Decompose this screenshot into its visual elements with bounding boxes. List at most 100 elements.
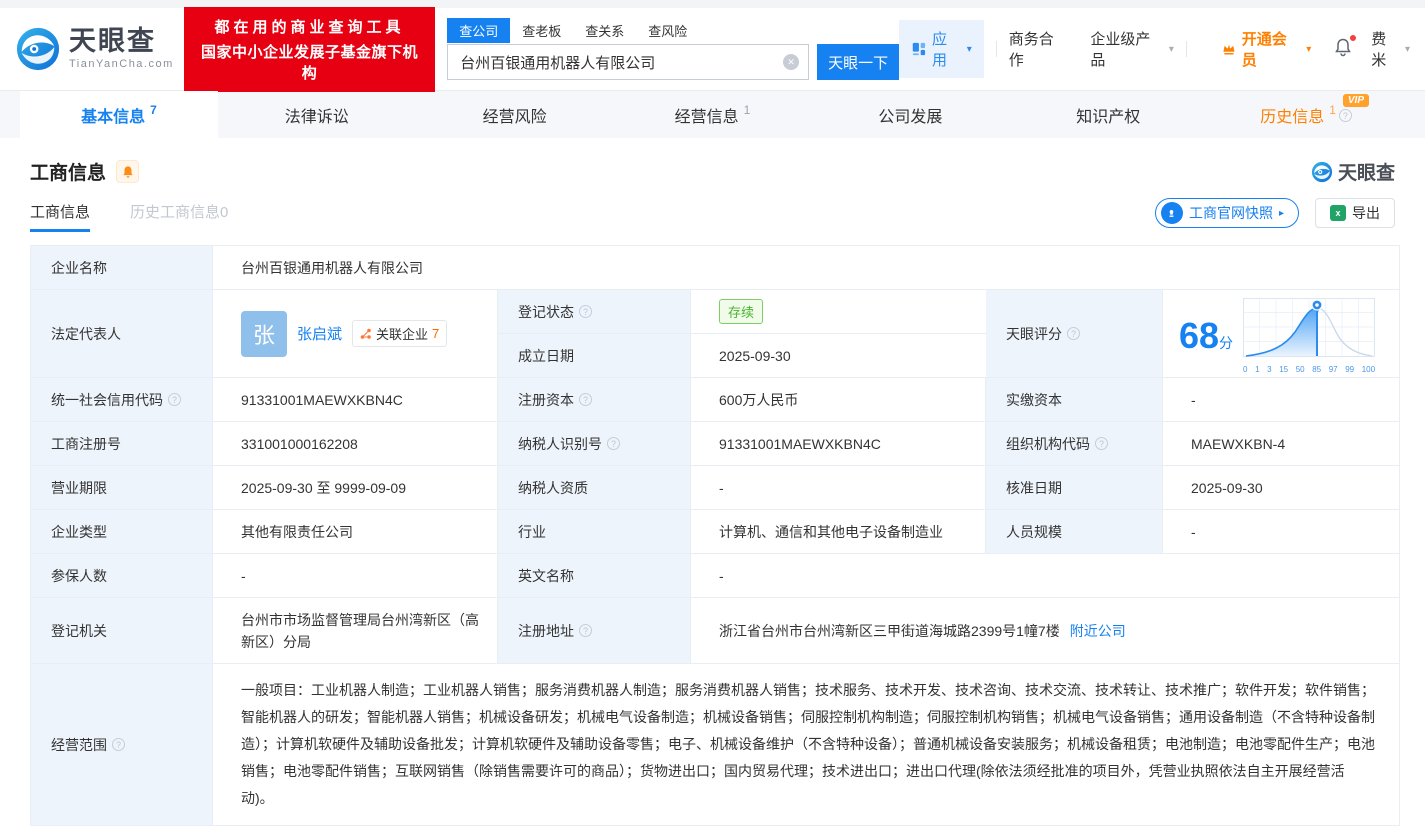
english-name-label: 英文名称 — [498, 554, 691, 598]
tab-label: 历史信息 — [1260, 103, 1324, 127]
help-icon[interactable]: ? — [579, 393, 592, 406]
legal-rep-label: 法定代表人 — [31, 290, 213, 378]
search-tabs: 查公司 查老板 查关系 查风险 — [447, 18, 899, 43]
monitor-bell-button[interactable] — [116, 160, 139, 183]
nav-apps[interactable]: 应用 ▾ — [899, 20, 984, 78]
snapshot-label: 工商官网快照 — [1189, 203, 1273, 223]
insured-count-value: - — [213, 554, 498, 598]
search-button[interactable]: 天眼一下 — [817, 44, 899, 80]
official-snapshot-button[interactable]: 工商官网快照 ▸ — [1155, 198, 1299, 228]
tab-operation-risk[interactable]: 经营风险 — [416, 91, 614, 138]
business-scope-label: 经营范围 ? — [31, 664, 213, 826]
taxpayer-id-label: 纳税人识别号 ? — [498, 422, 691, 466]
reg-status-label: 登记状态 ? — [498, 290, 691, 334]
related-count: 7 — [432, 326, 439, 341]
table-row: 登记机关 台州市市场监督管理局台州湾新区（高新区）分局 注册地址 ? 浙江省台州… — [31, 598, 1399, 664]
tab-label: 经营风险 — [483, 103, 547, 127]
related-label: 关联企业 — [376, 324, 428, 343]
taxpayer-id-value: 91331001MAEWXKBN4C — [691, 422, 986, 466]
divider — [1186, 41, 1187, 57]
help-icon[interactable]: ? — [112, 738, 125, 751]
staff-size-label: 人员规模 — [986, 510, 1163, 554]
chevron-down-icon: ▾ — [1306, 44, 1311, 55]
tianyancha-watermark: 天眼查 — [1311, 158, 1395, 185]
subtab-history-business-info[interactable]: 历史工商信息0 — [130, 201, 228, 232]
credit-code-label: 统一社会信用代码 ? — [31, 378, 213, 422]
tab-label: 法律诉讼 — [285, 103, 349, 127]
help-icon[interactable]: ? — [579, 624, 592, 637]
crown-icon — [1221, 41, 1237, 57]
chevron-down-icon: ▾ — [967, 44, 972, 55]
paid-in-capital-label: 实缴资本 — [986, 378, 1163, 422]
tianyancha-logo[interactable]: 天眼查 TianYanCha.com — [15, 26, 174, 72]
subtab-business-info[interactable]: 工商信息 — [30, 201, 90, 232]
export-label: 导出 — [1352, 203, 1380, 223]
tab-label: 公司发展 — [878, 103, 942, 127]
tab-operation-info[interactable]: 经营信息 1 — [614, 91, 812, 138]
industry-label: 行业 — [498, 510, 691, 554]
stamp-icon — [1161, 202, 1183, 224]
username: 费米 — [1371, 28, 1401, 70]
network-icon — [360, 328, 372, 340]
approval-date-value: 2025-09-30 — [1163, 466, 1399, 510]
tianyancha-swirl-icon — [1311, 161, 1333, 183]
help-icon[interactable]: ? — [1339, 109, 1352, 122]
establish-date-label: 成立日期 — [498, 334, 691, 378]
help-icon[interactable]: ? — [1095, 437, 1108, 450]
slogan-line1: 都在用的商业查询工具 — [194, 16, 425, 37]
registration-number-label: 工商注册号 — [31, 422, 213, 466]
tab-basic-info[interactable]: 基本信息 7 — [20, 91, 218, 138]
credit-code-value: 91331001MAEWXKBN4C — [213, 378, 498, 422]
staff-size-value: - — [1163, 510, 1399, 554]
business-term-value: 2025-09-30 至 9999-09-09 — [213, 466, 498, 510]
nav-cooperation-label: 商务合作 — [1009, 28, 1069, 70]
search-tab-relation[interactable]: 查关系 — [573, 18, 636, 43]
logo-name: 天眼查 — [69, 28, 174, 55]
table-row: 经营范围 ? 一般项目：工业机器人制造；工业机器人销售；服务消费机器人制造；服务… — [31, 664, 1399, 826]
score-label: 天眼评分 ? — [986, 290, 1163, 378]
help-icon[interactable]: ? — [1067, 327, 1080, 340]
approval-date-label: 核准日期 — [986, 466, 1163, 510]
tab-count: 7 — [150, 103, 157, 117]
tab-label: 经营信息 — [675, 103, 739, 127]
nav-open-vip[interactable]: 开通会员 ▾ — [1221, 28, 1311, 70]
registered-capital-label: 注册资本 ? — [498, 378, 691, 422]
nav-apps-label: 应用 — [932, 28, 962, 70]
table-row: 企业类型 其他有限责任公司 行业 计算机、通信和其他电子设备制造业 人员规模 - — [31, 510, 1399, 554]
search-tab-company[interactable]: 查公司 — [447, 18, 510, 43]
section-title: 工商信息 — [30, 158, 106, 185]
help-icon[interactable]: ? — [579, 305, 592, 318]
taxpayer-qualification-label: 纳税人资质 — [498, 466, 691, 510]
table-row: 工商注册号 331001000162208 纳税人识别号 ? 91331001M… — [31, 422, 1399, 466]
avatar[interactable]: 张 — [241, 311, 287, 357]
tab-company-development[interactable]: 公司发展 — [811, 91, 1009, 138]
reg-status-cell: 存续 — [691, 290, 986, 334]
help-icon[interactable]: ? — [607, 437, 620, 450]
nearby-companies-link[interactable]: 附近公司 — [1070, 621, 1126, 641]
tab-history-info[interactable]: VIP 历史信息 1 ? — [1207, 91, 1405, 138]
bell-curve-chart — [1243, 298, 1375, 364]
notification-bell[interactable] — [1333, 37, 1353, 61]
export-button[interactable]: x 导出 — [1315, 198, 1395, 228]
search-input[interactable] — [447, 44, 809, 80]
tianyancha-swirl-icon — [15, 26, 61, 72]
vip-badge: VIP — [1343, 94, 1369, 107]
search-tab-boss[interactable]: 查老板 — [510, 18, 573, 43]
org-code-value: MAEWXKBN-4 — [1163, 422, 1399, 466]
legal-rep-name-link[interactable]: 张启斌 — [297, 323, 342, 344]
excel-icon: x — [1330, 205, 1346, 221]
tab-intellectual-property[interactable]: 知识产权 — [1009, 91, 1207, 138]
score-distribution-chart[interactable]: 0 1 3 15 50 85 97 99 100 — [1243, 298, 1375, 374]
help-icon[interactable]: ? — [168, 393, 181, 406]
related-companies-tag[interactable]: 关联企业 7 — [352, 320, 447, 347]
nav-cooperation[interactable]: 商务合作 — [1009, 28, 1069, 70]
nav-enterprise[interactable]: 企业级产品 ▾ — [1090, 28, 1173, 70]
tab-legal-litigation[interactable]: 法律诉讼 — [218, 91, 416, 138]
search-tab-risk[interactable]: 查风险 — [636, 18, 699, 43]
tab-count: 1 — [1329, 103, 1336, 117]
registered-capital-value: 600万人民币 — [691, 378, 986, 422]
table-row: 企业名称 台州百银通用机器人有限公司 — [31, 246, 1399, 290]
nav-user[interactable]: 费米 ▾ — [1371, 28, 1410, 70]
industry-value: 计算机、通信和其他电子设备制造业 — [691, 510, 986, 554]
insured-count-label: 参保人数 — [31, 554, 213, 598]
